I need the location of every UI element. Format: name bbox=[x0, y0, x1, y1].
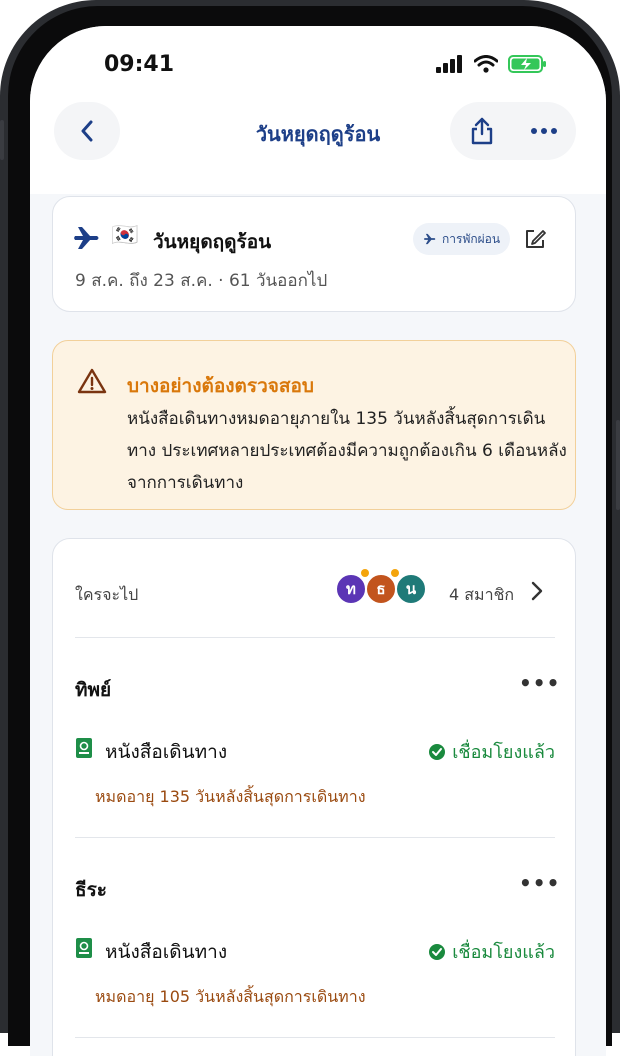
warning-body: หนังสือเดินทางหมดอายุภายใน 135 วันหลังสิ… bbox=[127, 409, 567, 493]
status-dot bbox=[391, 569, 399, 577]
member-more-button[interactable]: ••• bbox=[519, 671, 560, 695]
share-button[interactable] bbox=[451, 102, 513, 160]
airplane-icon bbox=[74, 227, 99, 249]
status-time: 09:41 bbox=[104, 52, 175, 77]
divider bbox=[75, 1037, 555, 1038]
member-count: 4 สมาชิก bbox=[449, 585, 515, 604]
screen: 09:41 วันหยุดฤดูร้อน 🇰🇷 วันหยุดฤดูร้อน ก… bbox=[30, 26, 606, 1056]
document-label: หนังสือเดินทาง bbox=[105, 741, 228, 763]
members-label: ใครจะไป bbox=[75, 585, 139, 604]
warning-title: บางอย่างต้องตรวจสอบ bbox=[127, 375, 314, 397]
avatar: น bbox=[395, 573, 427, 605]
document-row[interactable]: หนังสือเดินทาง เชื่อมโยงแล้ว bbox=[75, 935, 555, 963]
phone-bezel: 09:41 วันหยุดฤดูร้อน 🇰🇷 วันหยุดฤดูร้อน ก… bbox=[8, 6, 612, 1056]
check-circle-icon bbox=[429, 943, 446, 960]
battery-icon bbox=[508, 55, 546, 73]
warning-banner: บางอย่างต้องตรวจสอบ หนังสือเดินทางหมดอาย… bbox=[52, 340, 576, 510]
side-button bbox=[0, 120, 4, 160]
member-more-button[interactable]: ••• bbox=[519, 871, 560, 895]
trip-title: วันหยุดฤดูร้อน bbox=[153, 231, 272, 253]
trip-dates: 9 ส.ค. ถึง 23 ส.ค. · 61 วันออกไป bbox=[75, 271, 328, 291]
status-dot bbox=[361, 569, 369, 577]
trip-card[interactable]: 🇰🇷 วันหยุดฤดูร้อน การพักผ่อน 9 ส.ค. ถึง … bbox=[52, 196, 576, 312]
divider bbox=[75, 837, 555, 838]
share-icon bbox=[471, 117, 493, 145]
signal-icon bbox=[436, 55, 462, 73]
more-button[interactable] bbox=[513, 102, 575, 160]
expiry-note: หมดอายุ 105 วันหลังสิ้นสุดการเดินทาง bbox=[95, 987, 366, 1006]
status-icons bbox=[436, 54, 548, 74]
wifi-icon bbox=[474, 55, 498, 73]
linked-label: เชื่อมโยงแล้ว bbox=[452, 942, 555, 963]
phone-frame: 09:41 วันหยุดฤดูร้อน 🇰🇷 วันหยุดฤดูร้อน ก… bbox=[0, 0, 620, 1056]
document-row[interactable]: หนังสือเดินทาง เชื่อมโยงแล้ว bbox=[75, 735, 555, 763]
linked-status: เชื่อมโยงแล้ว bbox=[428, 937, 555, 966]
flag: 🇰🇷 bbox=[111, 223, 139, 248]
avatar: ธ bbox=[365, 573, 397, 605]
expiry-note: หมดอายุ 135 วันหลังสิ้นสุดการเดินทาง bbox=[95, 787, 366, 806]
side-button bbox=[616, 420, 620, 510]
chevron-right-icon[interactable] bbox=[531, 581, 543, 601]
members-card: ใครจะไป ท ธ น 4 สมาชิก ทิพย์ ••• หนังสือ… bbox=[52, 538, 576, 1056]
member-name: ธีระ bbox=[75, 879, 108, 901]
document-label: หนังสือเดินทาง bbox=[105, 941, 228, 963]
linked-status: เชื่อมโยงแล้ว bbox=[428, 737, 555, 766]
passport-icon bbox=[76, 738, 92, 758]
top-bar: 09:41 วันหยุดฤดูร้อน bbox=[30, 26, 606, 194]
trip-type-badge: การพักผ่อน bbox=[413, 223, 511, 255]
member-name: ทิพย์ bbox=[75, 679, 112, 701]
nav-actions bbox=[450, 102, 576, 160]
edit-icon[interactable] bbox=[523, 227, 547, 251]
airplane-icon bbox=[424, 233, 436, 245]
linked-label: เชื่อมโยงแล้ว bbox=[452, 742, 555, 763]
badge-label: การพักผ่อน bbox=[442, 231, 501, 246]
more-icon bbox=[531, 128, 557, 134]
avatar: ท bbox=[335, 573, 367, 605]
warning-triangle-icon bbox=[77, 368, 107, 394]
check-circle-icon bbox=[429, 743, 446, 760]
divider bbox=[75, 637, 555, 638]
passport-icon bbox=[76, 938, 92, 958]
